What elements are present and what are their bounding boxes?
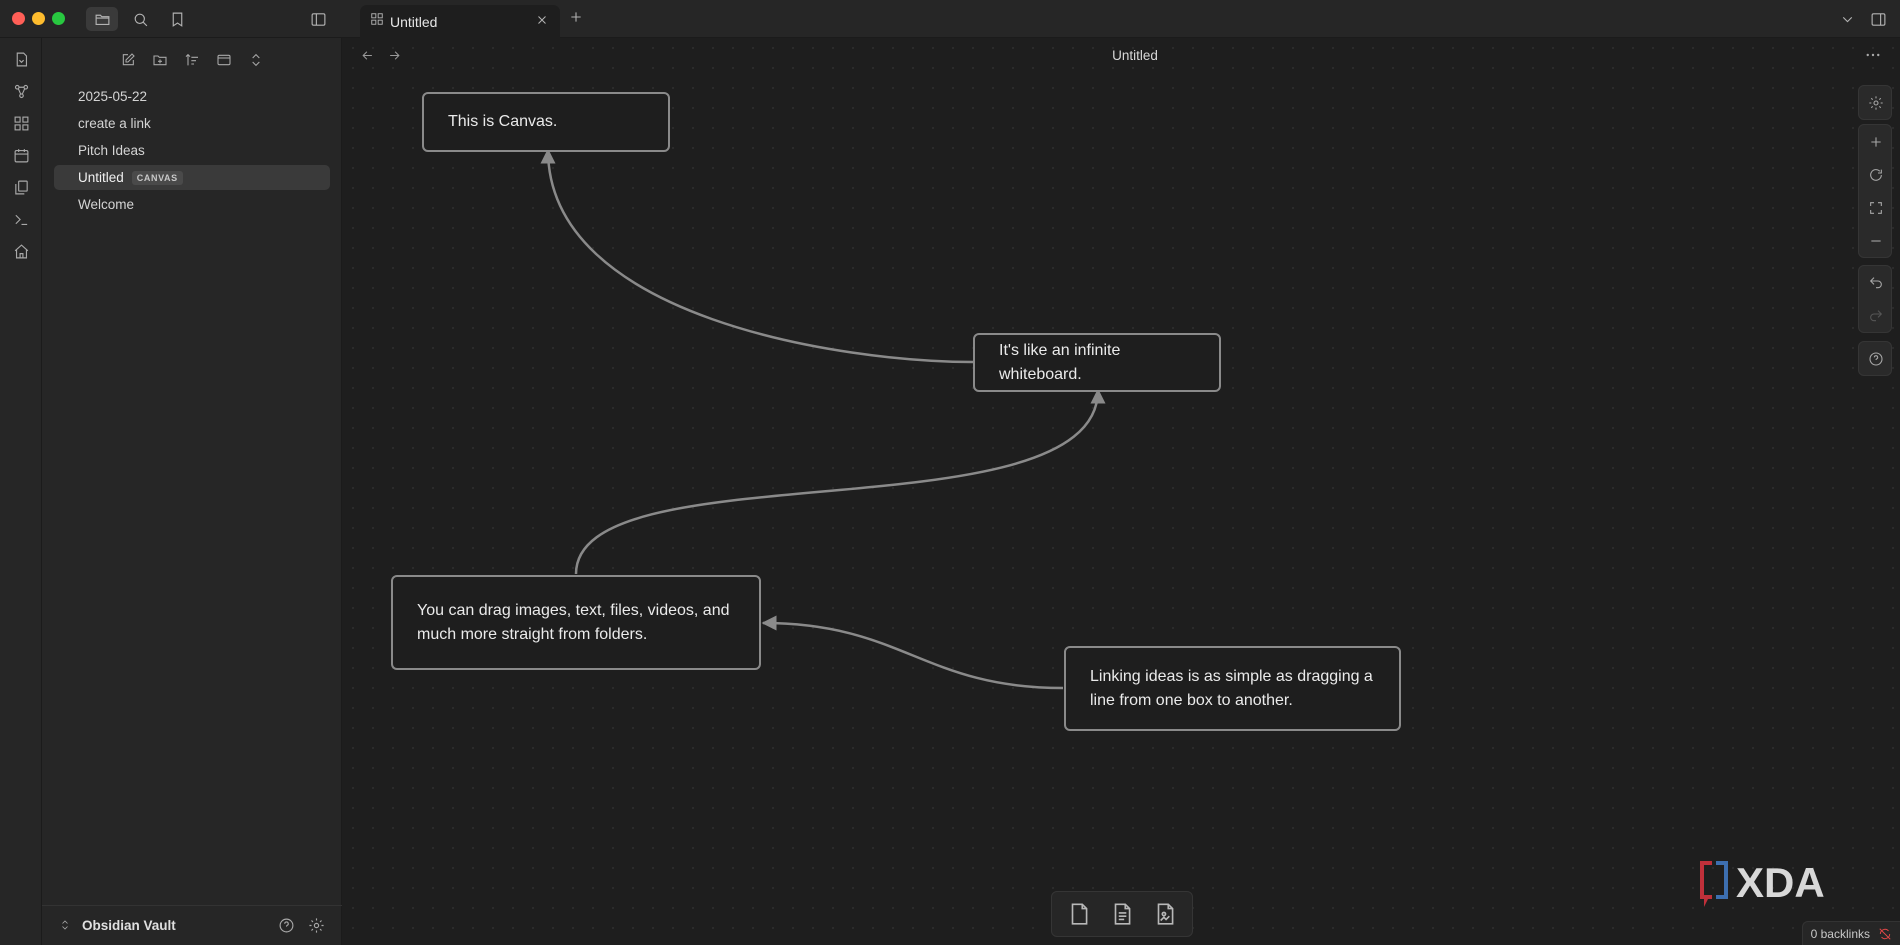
file-name: Welcome: [78, 197, 135, 212]
canvas-settings-group: [1858, 85, 1892, 120]
file-type-badge: CANVAS: [131, 170, 183, 185]
zoom-to-fit-icon[interactable]: [1859, 191, 1893, 224]
sort-icon[interactable]: [182, 50, 202, 70]
status-bar: 0 backlinks: [1801, 921, 1900, 945]
file-name: 2025-05-22: [78, 89, 148, 104]
card-text: Linking ideas is as simple as dragging a…: [1090, 667, 1373, 709]
sync-error-icon[interactable]: [1878, 927, 1892, 941]
vault-switcher-icon[interactable]: [59, 918, 73, 934]
edge-whiteboard-to-canvas: [540, 148, 974, 364]
new-folder-icon[interactable]: [150, 50, 170, 70]
canvas-help-icon[interactable]: [1859, 342, 1893, 375]
history-controls-group: [1858, 265, 1892, 333]
templates-icon[interactable]: [10, 176, 32, 198]
close-window-button[interactable]: [12, 12, 25, 25]
sidebar-toggle-icon[interactable]: [302, 7, 334, 31]
canvas-icon: [370, 12, 384, 31]
zoom-in-icon[interactable]: [1859, 125, 1893, 158]
file-item[interactable]: Pitch Ideas: [54, 138, 330, 163]
app-window: Untitled 2025-05-22 create a link Pitch …: [0, 0, 1900, 945]
right-sidebar-toggle-icon[interactable]: [1862, 7, 1894, 31]
canvas-card[interactable]: Linking ideas is as simple as dragging a…: [1064, 646, 1401, 731]
vault-footer: Obsidian Vault: [42, 905, 342, 945]
tab-close-icon[interactable]: [535, 13, 552, 30]
search-icon[interactable]: [124, 7, 156, 31]
home-icon[interactable]: [10, 240, 32, 262]
canvas-card[interactable]: This is Canvas.: [422, 92, 670, 152]
new-tab-icon[interactable]: [568, 9, 588, 29]
add-media-icon[interactable]: [1147, 896, 1183, 932]
reset-zoom-icon[interactable]: [1859, 158, 1893, 191]
ribbon: [0, 38, 42, 945]
terminal-icon[interactable]: [10, 208, 32, 230]
card-text: It's like an infinite whiteboard.: [999, 341, 1121, 383]
auto-reveal-icon[interactable]: [214, 50, 234, 70]
canvas-settings-icon[interactable]: [1859, 86, 1893, 119]
file-name: create a link: [78, 116, 151, 131]
collapse-all-icon[interactable]: [246, 50, 266, 70]
minimize-window-button[interactable]: [32, 12, 45, 25]
tab-list-chevron-icon[interactable]: [1831, 7, 1863, 31]
card-text: You can drag images, text, files, videos…: [417, 601, 730, 643]
file-name: Untitled: [78, 170, 124, 185]
edge-drag-to-whiteboard: [574, 388, 1106, 575]
zoom-out-icon[interactable]: [1859, 224, 1893, 257]
quick-switch-icon[interactable]: [10, 48, 32, 70]
edge-linking-to-drag: [761, 615, 1064, 690]
file-explorer-sidebar: 2025-05-22 create a link Pitch Ideas Unt…: [42, 38, 342, 945]
tab-title: Untitled: [390, 13, 438, 30]
files-icon[interactable]: [86, 7, 118, 31]
canvas-card[interactable]: You can drag images, text, files, videos…: [391, 575, 761, 670]
add-note-icon[interactable]: [1104, 896, 1140, 932]
watermark-text: XDA: [1736, 859, 1825, 906]
bookmark-icon[interactable]: [161, 7, 193, 31]
calendar-icon[interactable]: [10, 144, 32, 166]
maximize-window-button[interactable]: [52, 12, 65, 25]
vault-name[interactable]: Obsidian Vault: [82, 918, 176, 933]
zoom-controls-group: [1858, 124, 1892, 258]
graph-view-icon[interactable]: [10, 80, 32, 102]
help-icon[interactable]: [278, 917, 296, 935]
title-bar: Untitled: [0, 0, 1900, 38]
file-item[interactable]: Welcome: [54, 192, 330, 217]
redo-icon[interactable]: [1859, 299, 1893, 332]
tab-untitled[interactable]: Untitled: [360, 5, 560, 38]
file-item[interactable]: 2025-05-22: [54, 84, 330, 109]
canvas-view[interactable]: Untitled This is Canvas. It's like an in…: [343, 38, 1900, 945]
new-note-icon[interactable]: [118, 50, 138, 70]
canvas-card[interactable]: It's like an infinite whiteboard.: [973, 333, 1221, 392]
file-item-active[interactable]: Untitled CANVAS: [54, 165, 330, 190]
settings-icon[interactable]: [308, 917, 326, 935]
file-explorer-toolbar: [42, 46, 342, 72]
file-list: 2025-05-22 create a link Pitch Ideas Unt…: [54, 84, 330, 219]
add-card-toolbar: [1051, 891, 1193, 937]
canvas-icon[interactable]: [10, 112, 32, 134]
file-name: Pitch Ideas: [78, 143, 145, 158]
help-controls-group: [1858, 341, 1892, 376]
file-item[interactable]: create a link: [54, 111, 330, 136]
xda-logo: XDA: [1698, 857, 1878, 909]
card-text: This is Canvas.: [448, 113, 558, 130]
undo-icon[interactable]: [1859, 266, 1893, 299]
canvas-edges: [540, 148, 1106, 690]
backlinks-count[interactable]: 0 backlinks: [1811, 927, 1870, 941]
add-card-icon[interactable]: [1061, 896, 1097, 932]
